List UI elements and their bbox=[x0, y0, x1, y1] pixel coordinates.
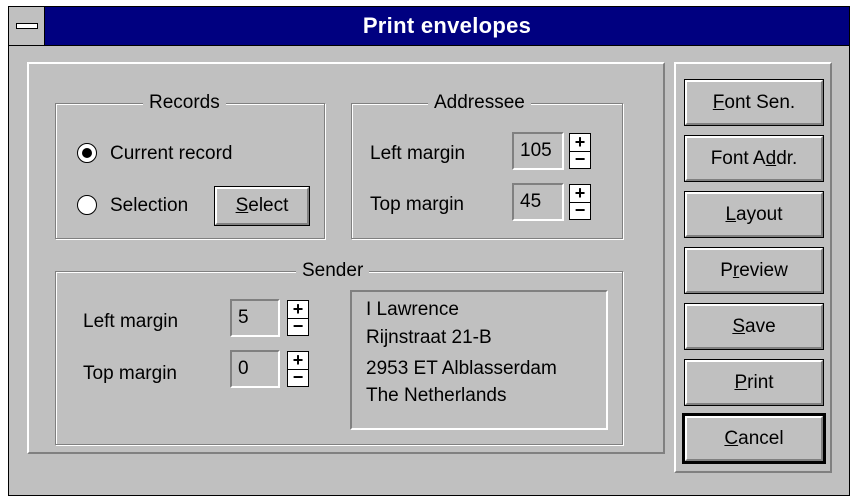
preview-button[interactable]: Preview bbox=[684, 247, 824, 294]
current-record-label[interactable]: Current record bbox=[110, 142, 233, 166]
decrement-icon[interactable]: − bbox=[288, 368, 308, 386]
select-button-label: Select bbox=[235, 195, 289, 216]
sender-group-label: Sender bbox=[296, 260, 370, 282]
system-menu-button[interactable] bbox=[9, 7, 45, 45]
layout-button[interactable]: Layout bbox=[684, 191, 824, 238]
current-record-radio[interactable] bbox=[77, 143, 97, 163]
sender-top-margin-spinner[interactable]: + − bbox=[287, 351, 309, 387]
font-addressee-button-label: Font Addr. bbox=[710, 147, 798, 169]
system-menu-icon bbox=[16, 23, 38, 29]
title-bar: Print envelopes bbox=[9, 7, 849, 46]
sender-left-margin-label: Left margin bbox=[83, 311, 179, 332]
sender-top-margin-label: Top margin bbox=[83, 363, 177, 384]
font-sender-button-label: Font Sen. bbox=[712, 91, 796, 113]
window-title: Print envelopes bbox=[362, 13, 532, 38]
print-button-label: Print bbox=[734, 371, 774, 393]
addressee-top-margin-spinner[interactable]: + − bbox=[569, 184, 591, 220]
layout-button-label: Layout bbox=[725, 203, 783, 225]
save-button[interactable]: Save bbox=[684, 303, 824, 350]
sender-left-margin-spinner[interactable]: + − bbox=[287, 300, 309, 336]
sender-address-line: 2953 ET Alblasserdam bbox=[366, 358, 557, 379]
addressee-left-margin-spinner[interactable]: + − bbox=[569, 133, 591, 169]
preview-button-label: Preview bbox=[720, 259, 788, 281]
decrement-icon[interactable]: − bbox=[570, 201, 590, 219]
addressee-group-label: Addressee bbox=[428, 92, 531, 114]
sender-address-textbox[interactable]: I Lawrence Rijnstraat 21-B 2953 ET Albla… bbox=[350, 290, 608, 430]
addressee-top-margin-input[interactable]: 45 bbox=[512, 183, 564, 221]
records-group-label: Records bbox=[143, 92, 226, 114]
addressee-left-margin-label: Left margin bbox=[370, 143, 466, 164]
cancel-button-label: Cancel bbox=[724, 427, 784, 449]
cancel-button[interactable]: Cancel bbox=[682, 413, 826, 464]
font-sender-button[interactable]: Font Sen. bbox=[684, 79, 824, 126]
selection-label[interactable]: Selection bbox=[110, 194, 188, 218]
addressee-left-margin-input[interactable]: 105 bbox=[512, 132, 564, 170]
addressee-top-margin-label: Top margin bbox=[370, 194, 464, 215]
select-button[interactable]: Select bbox=[214, 186, 310, 226]
decrement-icon[interactable]: − bbox=[288, 317, 308, 335]
sender-address-line: Rijnstraat 21-B bbox=[366, 327, 492, 348]
sender-left-margin-input[interactable]: 5 bbox=[230, 299, 280, 337]
radio-selected-dot bbox=[82, 148, 92, 158]
sender-top-margin-input[interactable]: 0 bbox=[230, 350, 280, 388]
sender-address-line: The Netherlands bbox=[366, 385, 507, 406]
font-addressee-button[interactable]: Font Addr. bbox=[684, 135, 824, 182]
print-button[interactable]: Print bbox=[684, 359, 824, 406]
sender-address-line: I Lawrence bbox=[366, 299, 459, 320]
decrement-icon[interactable]: − bbox=[570, 150, 590, 168]
save-button-label: Save bbox=[732, 315, 776, 337]
selection-radio[interactable] bbox=[77, 195, 97, 215]
